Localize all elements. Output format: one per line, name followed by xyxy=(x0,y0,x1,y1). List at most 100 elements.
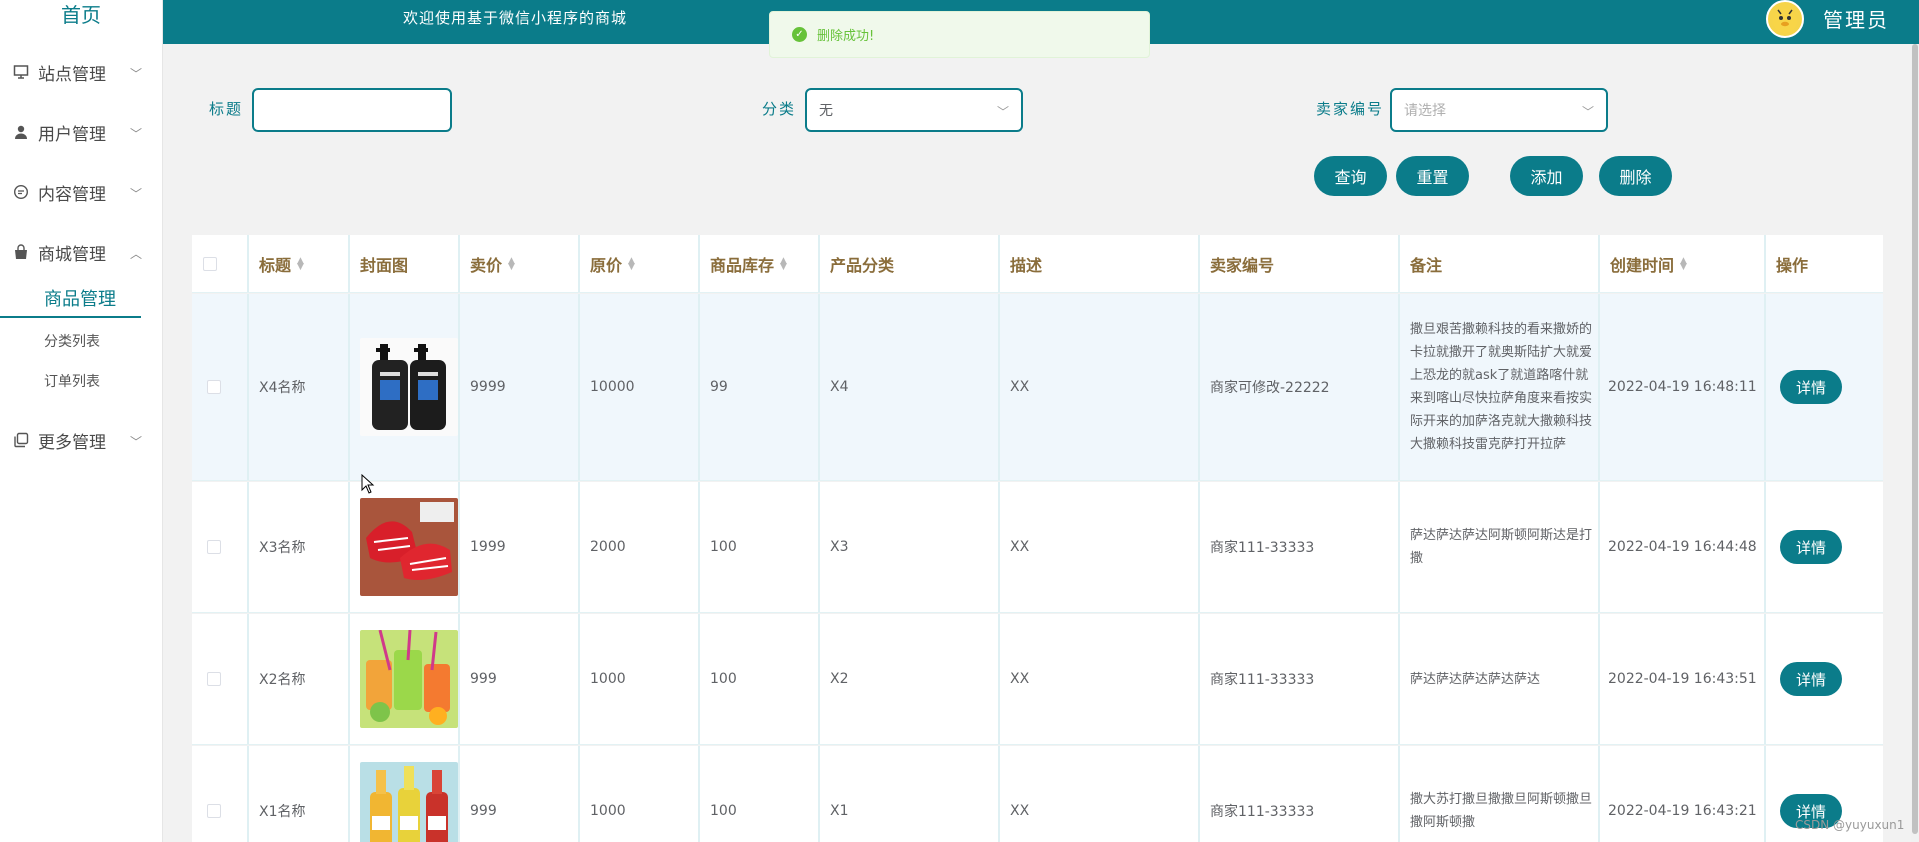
monitor-icon xyxy=(12,63,30,81)
delete-button[interactable]: 删除 xyxy=(1599,156,1672,196)
row-checkbox-cell xyxy=(192,614,247,744)
detail-button[interactable]: 详情 xyxy=(1780,530,1842,564)
cell-stock: 99 xyxy=(698,294,818,480)
toast-message: 删除成功! xyxy=(817,29,875,44)
sort-icon[interactable]: ▲ ▼ xyxy=(508,256,515,271)
row-checkbox[interactable] xyxy=(207,380,221,394)
cell-desc: XX xyxy=(998,294,1198,480)
category-select[interactable]: 无 ﹀ xyxy=(805,88,1023,132)
title-label: 标题 xyxy=(209,100,244,118)
chevron-down-icon: ﹀ xyxy=(129,127,142,141)
cell-price: 9999 xyxy=(458,294,578,480)
col-seller: 卖家编号 xyxy=(1198,235,1398,292)
product-image xyxy=(360,338,458,436)
cell-ops: 详情 xyxy=(1764,614,1883,744)
sort-icon[interactable]: ▲ ▼ xyxy=(1680,256,1687,271)
chevron-down-icon: ﹀ xyxy=(1581,105,1594,119)
avatar[interactable] xyxy=(1766,0,1804,38)
seller-select[interactable]: 请选择 ﹀ xyxy=(1390,88,1608,132)
sidebar: 首页 站点管理 ﹀ 用户管理 ﹀ 内容管理 ﹀ 商城管理 ︿ 商品管理 分类列表… xyxy=(0,0,163,842)
seller-label: 卖家编号 xyxy=(1316,100,1385,118)
table-row[interactable]: X4名称 9999 10000 99 X4 XX 商家可修改-22222 撒旦艰… xyxy=(192,294,1883,481)
category-selected-value: 无 xyxy=(819,103,833,119)
cell-cover xyxy=(348,614,458,744)
col-created[interactable]: 创建时间 ▲ ▼ xyxy=(1598,235,1764,292)
cell-category: X2 xyxy=(818,614,998,744)
cell-ops: 详情 xyxy=(1764,294,1883,480)
cell-original: 10000 xyxy=(578,294,698,480)
row-checkbox[interactable] xyxy=(207,672,221,686)
select-all-checkbox[interactable] xyxy=(203,256,217,271)
sidebar-subitem-order-list[interactable]: 订单列表 xyxy=(0,362,162,402)
cell-note: 萨达萨达萨达萨达萨达 xyxy=(1398,614,1598,744)
bag-icon xyxy=(12,243,30,261)
col-stock[interactable]: 商品库存 ▲ ▼ xyxy=(698,235,818,292)
sort-icon[interactable]: ▲ ▼ xyxy=(297,256,304,271)
product-image xyxy=(360,630,458,728)
cell-original: 2000 xyxy=(578,482,698,612)
product-image xyxy=(360,498,458,596)
sidebar-item-label: 用户管理 xyxy=(38,124,106,145)
cell-cover xyxy=(348,482,458,612)
sort-icon[interactable]: ▲ ▼ xyxy=(780,256,787,271)
table-row[interactable]: X1名称 999 1000 100 X1 XX 商家111-33333 撒大苏打… xyxy=(192,746,1883,842)
cell-seller: 商家111-33333 xyxy=(1198,482,1398,612)
chevron-down-icon: ﹀ xyxy=(129,435,142,449)
sidebar-item-label: 商城管理 xyxy=(38,244,106,265)
cell-seller: 商家111-33333 xyxy=(1198,746,1398,842)
select-all-checkbox-cell xyxy=(192,235,247,292)
col-cover: 封面图 xyxy=(348,235,458,292)
scrollbar-thumb[interactable] xyxy=(1912,44,1918,834)
sidebar-item-more[interactable]: 更多管理 ﹀ xyxy=(0,410,162,470)
col-title[interactable]: 标题 ▲ ▼ xyxy=(247,235,348,292)
cell-ops: 详情 xyxy=(1764,482,1883,612)
product-image xyxy=(360,762,458,842)
cell-desc: XX xyxy=(998,482,1198,612)
row-checkbox[interactable] xyxy=(207,804,221,818)
col-original[interactable]: 原价 ▲ ▼ xyxy=(578,235,698,292)
add-button[interactable]: 添加 xyxy=(1510,156,1583,196)
reset-button[interactable]: 重置 xyxy=(1396,156,1469,196)
sort-icon[interactable]: ▲ ▼ xyxy=(628,256,635,271)
sidebar-item-site[interactable]: 站点管理 ﹀ xyxy=(0,42,162,102)
sidebar-subitem-category-list[interactable]: 分类列表 xyxy=(0,322,162,362)
cell-original: 1000 xyxy=(578,614,698,744)
cell-price: 1999 xyxy=(458,482,578,612)
sidebar-item-label: 站点管理 xyxy=(38,64,106,85)
row-checkbox-cell xyxy=(192,482,247,612)
chevron-down-icon: ﹀ xyxy=(129,187,142,201)
detail-button[interactable]: 详情 xyxy=(1780,370,1842,404)
sidebar-subitem-product-manage[interactable]: 商品管理 xyxy=(0,282,141,318)
col-price[interactable]: 卖价 ▲ ▼ xyxy=(458,235,578,292)
sidebar-item-label: 更多管理 xyxy=(38,432,106,453)
cell-category: X1 xyxy=(818,746,998,842)
cell-stock: 100 xyxy=(698,746,818,842)
sidebar-home-link[interactable]: 首页 xyxy=(0,0,162,34)
table-row[interactable]: X3名称 1999 2000 100 X3 XX 商家111-33333 萨达萨… xyxy=(192,482,1883,613)
title-input[interactable] xyxy=(252,88,452,132)
cell-seller: 商家111-33333 xyxy=(1198,614,1398,744)
query-button[interactable]: 查询 xyxy=(1314,156,1387,196)
success-toast: ✓ 删除成功! xyxy=(769,11,1150,58)
chevron-up-icon: ︿ xyxy=(129,247,142,261)
vertical-scrollbar[interactable] xyxy=(1911,44,1919,842)
cell-note: 萨达萨达萨达阿斯顿阿斯达是打撒 xyxy=(1398,482,1598,612)
table-row[interactable]: X2名称 999 1000 100 X2 XX 商家111-33333 萨达萨达… xyxy=(192,614,1883,745)
cell-category: X4 xyxy=(818,294,998,480)
row-checkbox-cell xyxy=(192,746,247,842)
sidebar-item-users[interactable]: 用户管理 ﹀ xyxy=(0,102,162,162)
table-header-row: 标题 ▲ ▼ 封面图 卖价 ▲ ▼ 原价 ▲ ▼ 商品库存 ▲ ▼ 产品分类 描述 卖家编号 备… xyxy=(192,235,1883,293)
cell-cover xyxy=(348,746,458,842)
chevron-down-icon: ﹀ xyxy=(996,105,1009,119)
cell-created: 2022-04-19 16:43:21 xyxy=(1598,746,1764,842)
sidebar-item-content[interactable]: 内容管理 ﹀ xyxy=(0,162,162,222)
cell-seller: 商家可修改-22222 xyxy=(1198,294,1398,480)
detail-button[interactable]: 详情 xyxy=(1780,662,1842,696)
user-menu[interactable]: 管理员 xyxy=(1823,4,1889,33)
col-desc: 描述 xyxy=(998,235,1198,292)
cell-original: 1000 xyxy=(578,746,698,842)
cell-price: 999 xyxy=(458,614,578,744)
cell-created: 2022-04-19 16:44:48 xyxy=(1598,482,1764,612)
row-checkbox[interactable] xyxy=(207,540,221,554)
sidebar-item-mall[interactable]: 商城管理 ︿ xyxy=(0,222,162,282)
